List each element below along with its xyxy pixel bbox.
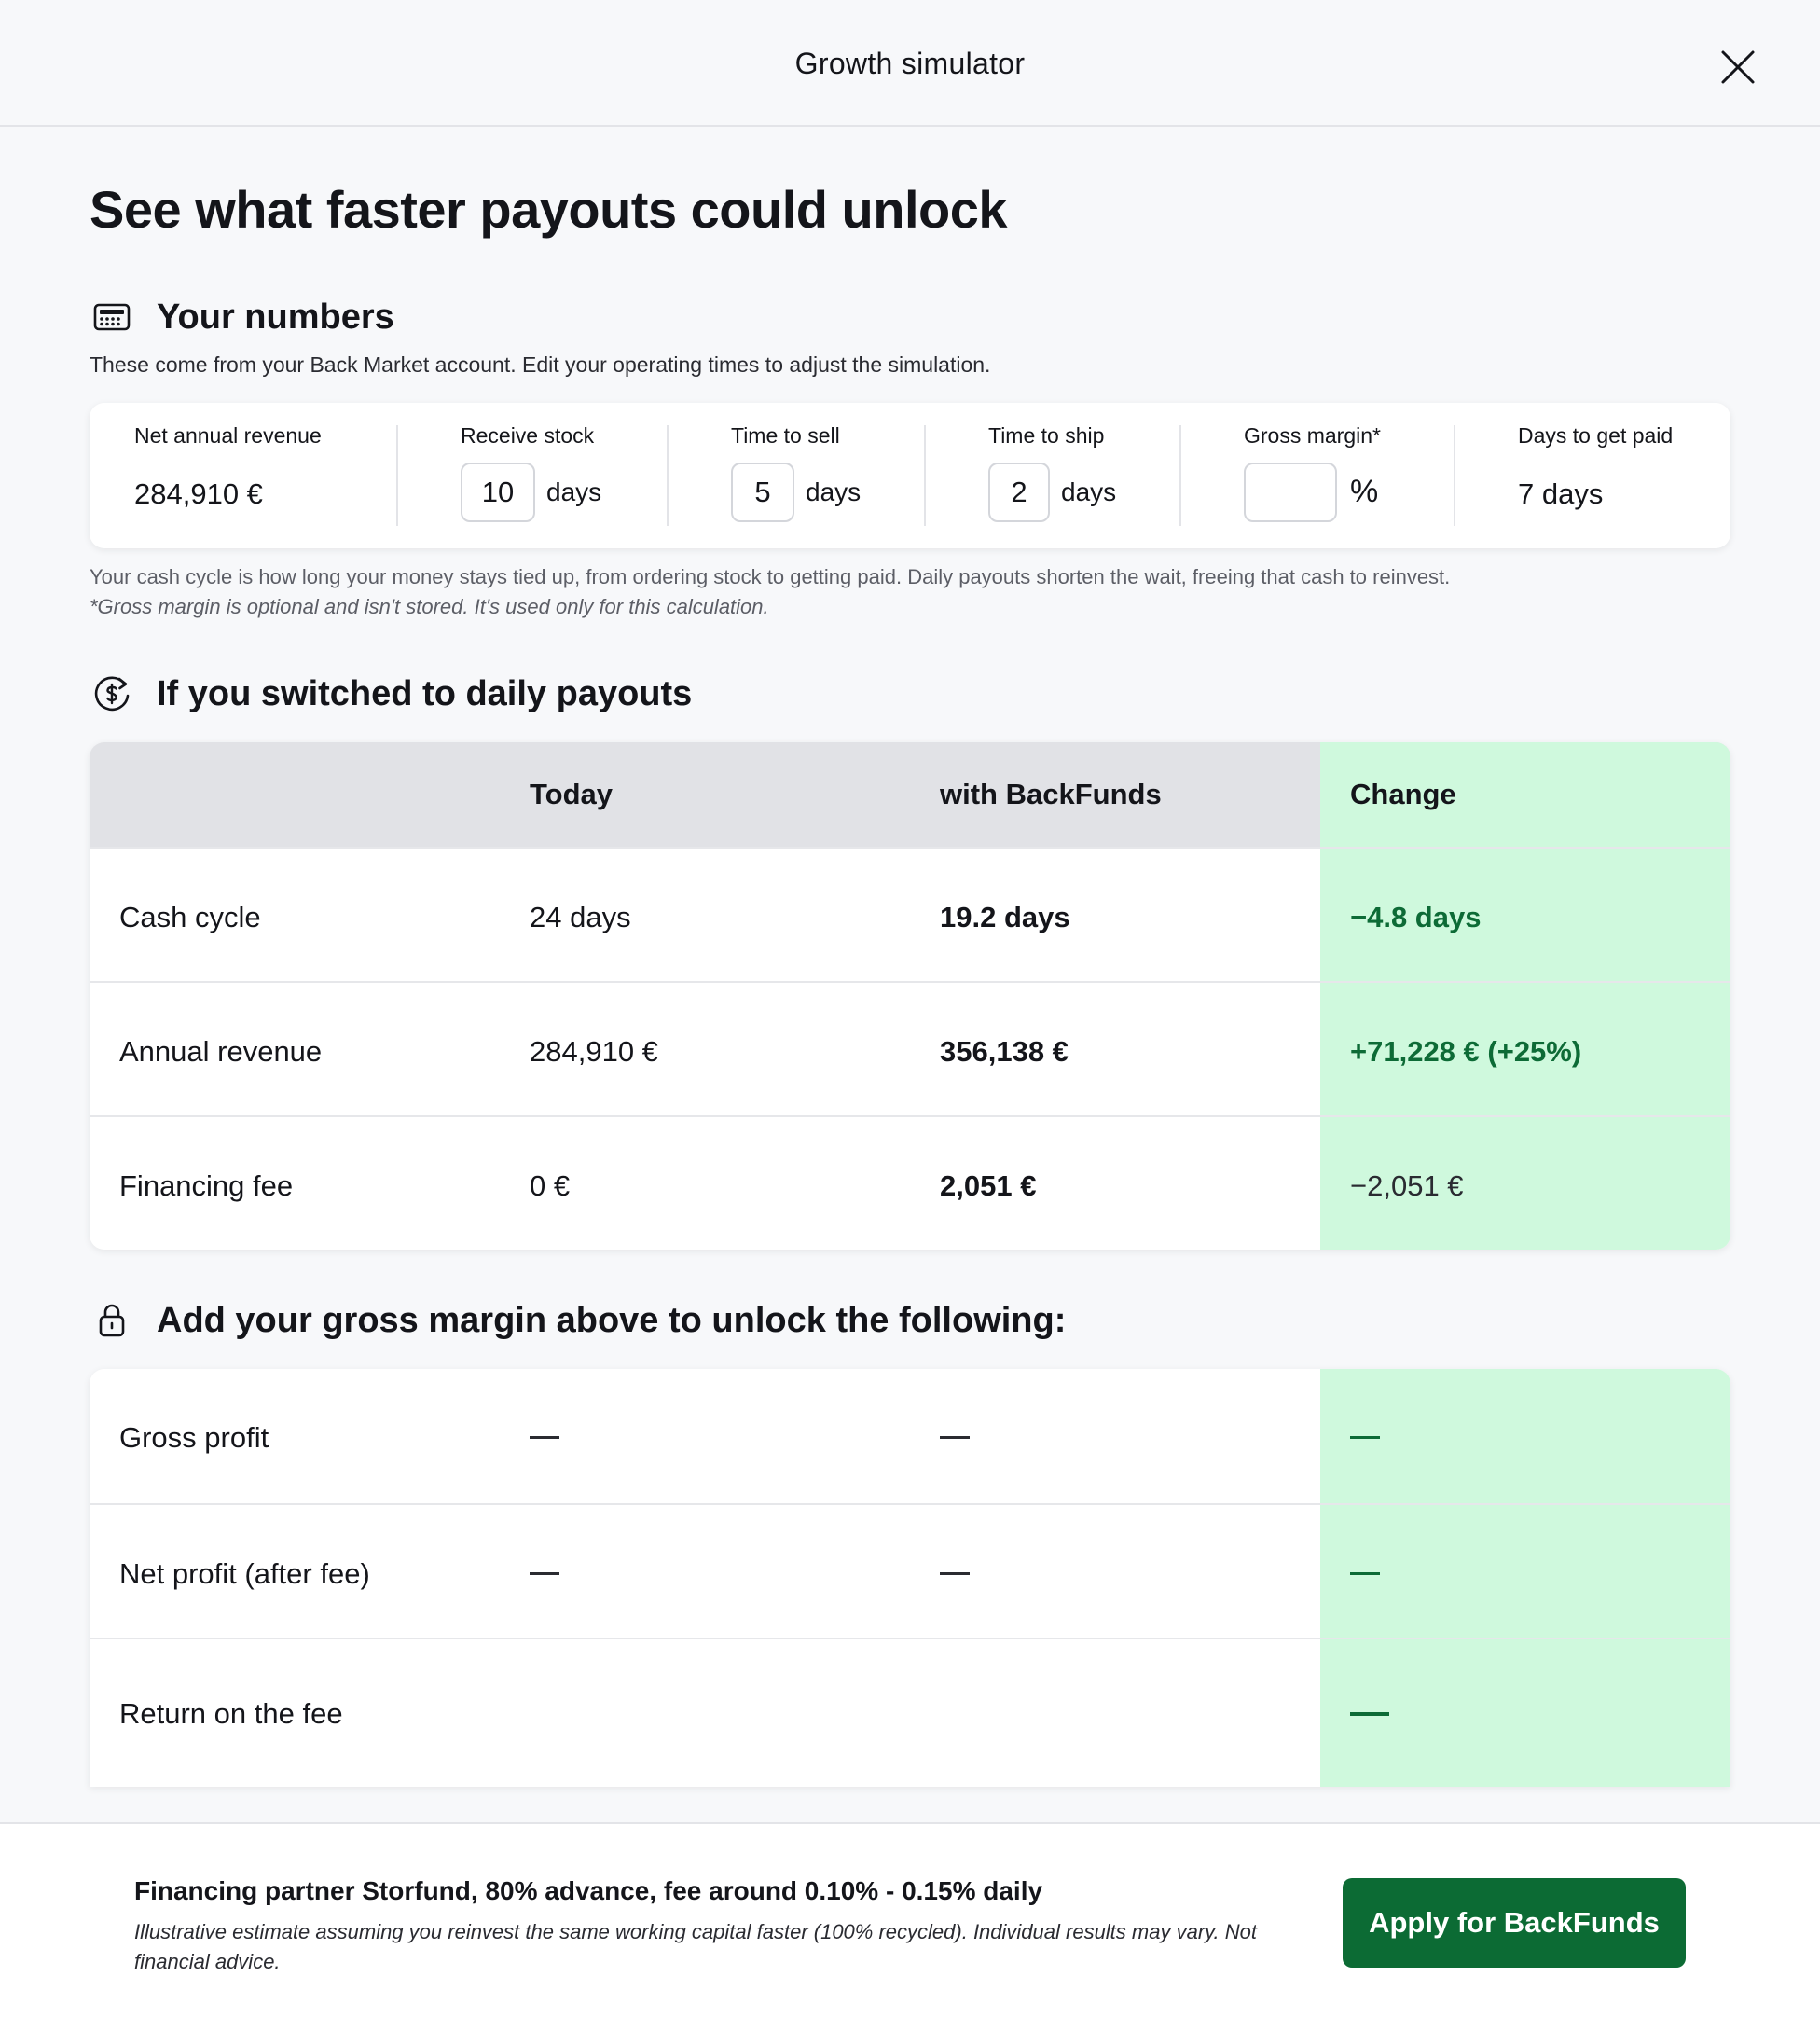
divider bbox=[924, 425, 926, 526]
gross-margin-label: Gross margin* bbox=[1244, 423, 1381, 448]
daily-payouts-title: If you switched to daily payouts bbox=[157, 673, 693, 713]
locked-heading: Add your gross margin above to unlock th… bbox=[90, 1298, 1066, 1343]
empty-value-dash bbox=[940, 1572, 970, 1575]
calculator-icon bbox=[90, 295, 134, 339]
your-numbers-subtitle: These come from your Back Market account… bbox=[90, 352, 991, 377]
row-today: 24 days bbox=[530, 901, 631, 933]
page-title: See what faster payouts could unlock bbox=[90, 180, 1008, 239]
financing-partner-text: Financing partner Storfund, 80% advance,… bbox=[134, 1876, 1043, 1905]
dollar-refresh-icon bbox=[90, 671, 134, 716]
lock-icon bbox=[90, 1298, 134, 1343]
row-label: Annual revenue bbox=[119, 1035, 323, 1068]
header-with-backfunds: with BackFunds bbox=[940, 778, 1162, 810]
close-icon bbox=[1721, 50, 1755, 84]
apply-for-backfunds-button[interactable]: Apply for BackFunds bbox=[1343, 1878, 1686, 1968]
empty-change-dash bbox=[1350, 1572, 1380, 1575]
row-change: −2,051 € bbox=[1350, 1169, 1464, 1202]
numbers-card: Net annual revenue 284,910 € Receive sto… bbox=[90, 403, 1730, 548]
table-row: Financing fee 0 € 2,051 € −2,051 € bbox=[90, 1115, 1730, 1250]
time-to-ship-input[interactable] bbox=[988, 463, 1050, 522]
daily-payouts-heading: If you switched to daily payouts bbox=[90, 671, 692, 716]
row-with: 2,051 € bbox=[940, 1169, 1037, 1202]
payouts-table: Today with BackFunds Change Cash cycle 2… bbox=[90, 742, 1730, 1250]
divider bbox=[667, 425, 669, 526]
days-to-get-paid-label: Days to get paid bbox=[1518, 423, 1674, 448]
locked-title: Add your gross margin above to unlock th… bbox=[157, 1300, 1067, 1340]
time-to-sell-input[interactable] bbox=[731, 463, 794, 522]
growth-simulator-modal: Growth simulator See what faster payouts… bbox=[0, 0, 1820, 2018]
empty-value-dash bbox=[530, 1436, 559, 1439]
row-label: Net profit (after fee) bbox=[119, 1557, 370, 1590]
header-today: Today bbox=[530, 778, 613, 810]
row-today: 0 € bbox=[530, 1169, 571, 1202]
empty-change-dash bbox=[1350, 1712, 1389, 1716]
empty-change-dash bbox=[1350, 1436, 1380, 1439]
time-to-sell-label: Time to sell bbox=[731, 423, 840, 448]
empty-value-dash bbox=[940, 1436, 970, 1439]
row-change: +71,228 € (+25%) bbox=[1350, 1035, 1582, 1068]
table-header: Today with BackFunds Change bbox=[90, 742, 1730, 847]
receive-stock-unit: days bbox=[546, 477, 602, 506]
cash-cycle-note: Your cash cycle is how long your money s… bbox=[90, 565, 1451, 588]
gross-margin-note: *Gross margin is optional and isn't stor… bbox=[90, 595, 769, 618]
net-annual-revenue-label: Net annual revenue bbox=[134, 423, 322, 448]
row-label: Return on the fee bbox=[119, 1697, 343, 1730]
time-to-ship-unit: days bbox=[1061, 477, 1117, 506]
header-change: Change bbox=[1350, 778, 1456, 810]
locked-table: Gross profit Net profit (after fee) Retu… bbox=[90, 1369, 1730, 1787]
your-numbers-heading: Your numbers bbox=[90, 295, 394, 339]
table-row: Gross profit bbox=[90, 1369, 1730, 1503]
time-to-sell-unit: days bbox=[806, 477, 862, 506]
row-with: 19.2 days bbox=[940, 901, 1070, 933]
row-label: Cash cycle bbox=[119, 901, 261, 933]
table-row: Annual revenue 284,910 € 356,138 € +71,2… bbox=[90, 981, 1730, 1115]
divider bbox=[1179, 425, 1181, 526]
table-row: Cash cycle 24 days 19.2 days −4.8 days bbox=[90, 847, 1730, 981]
row-label: Gross profit bbox=[119, 1421, 269, 1454]
divider bbox=[1454, 425, 1455, 526]
gross-margin-input[interactable] bbox=[1244, 463, 1337, 522]
row-change: −4.8 days bbox=[1350, 901, 1482, 933]
row-label: Financing fee bbox=[119, 1169, 294, 1202]
divider bbox=[396, 425, 398, 526]
your-numbers-title: Your numbers bbox=[157, 297, 394, 337]
empty-value-dash bbox=[530, 1572, 559, 1575]
days-to-get-paid-value: 7 days bbox=[1518, 477, 1604, 510]
net-annual-revenue-value: 284,910 € bbox=[134, 477, 263, 510]
receive-stock-input[interactable] bbox=[461, 463, 535, 522]
modal-title: Growth simulator bbox=[794, 47, 1026, 80]
time-to-ship-label: Time to ship bbox=[988, 423, 1105, 448]
modal-footer: Financing partner Storfund, 80% advance,… bbox=[0, 1822, 1820, 2018]
table-row: Return on the fee bbox=[90, 1638, 1730, 1787]
row-today: 284,910 € bbox=[530, 1035, 658, 1068]
percent-unit: % bbox=[1350, 474, 1379, 509]
receive-stock-label: Receive stock bbox=[461, 423, 595, 448]
table-row: Net profit (after fee) bbox=[90, 1503, 1730, 1638]
disclaimer-text: Illustrative estimate assuming you reinv… bbox=[134, 1920, 1257, 1973]
close-button[interactable] bbox=[1717, 47, 1758, 88]
modal-header: Growth simulator bbox=[0, 0, 1820, 127]
row-with: 356,138 € bbox=[940, 1035, 1069, 1068]
